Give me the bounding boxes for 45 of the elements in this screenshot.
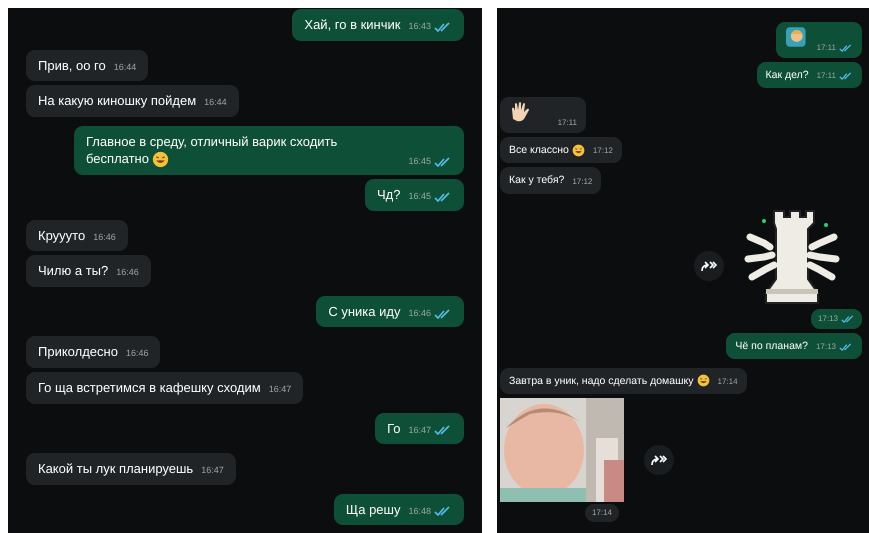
message-text: Как у тебя?	[509, 174, 564, 186]
message-time: 16:48	[408, 504, 431, 518]
message-text: Чд?	[376, 187, 400, 202]
message-time: 17:12	[572, 176, 592, 188]
message-time: 16:45	[408, 190, 431, 204]
message-text: Приколдесно	[38, 344, 118, 360]
message-text: Хай, го в кинчик	[304, 17, 400, 32]
forward-icon	[700, 260, 718, 272]
message-time: 17:14	[718, 376, 738, 388]
message-text: Чилю а ты?	[38, 263, 108, 278]
message-text: Ща решу	[346, 502, 400, 517]
message-time: 17:12	[592, 145, 613, 158]
message-time: 16:44	[204, 96, 227, 110]
message-text: Главное в среду, отличный варик сходить бесплатно	[86, 134, 338, 166]
forward-button[interactable]	[694, 250, 724, 281]
message-text: Все классно	[509, 144, 569, 156]
message-time: 17:11	[558, 117, 577, 130]
emoji-icon	[785, 26, 807, 48]
message-time: 17:11	[816, 70, 836, 82]
message-time: 16:47	[408, 424, 431, 437]
message-text: На какую киношку пойдем	[38, 93, 196, 108]
message-time: 17:11	[816, 42, 836, 54]
message-time: 16:43	[408, 20, 431, 34]
message-text: Завтра в уник, надо сделать домашку	[509, 374, 694, 387]
message-time: 17:13	[818, 312, 838, 325]
message-text: Круууто	[38, 228, 86, 243]
message-time: 16:46	[408, 306, 431, 320]
message-time: 16:46	[116, 266, 139, 280]
forward-button[interactable]	[644, 444, 674, 475]
message-time: 17:14	[592, 506, 612, 519]
message-time: 16:47	[268, 383, 292, 396]
message-text: С уника иду	[328, 304, 400, 319]
message-time: 16:45	[408, 154, 431, 168]
message-text: Какой ты лук планируешь	[38, 461, 194, 476]
message-time: 16:46	[93, 230, 116, 244]
message-time: 16:46	[126, 347, 148, 360]
message-time: 16:44	[114, 60, 136, 74]
message-time: 16:47	[201, 464, 224, 478]
message-text: Чё по планам?	[735, 340, 808, 352]
message-text: Прив, оо го	[38, 58, 106, 73]
message-text: Го	[387, 420, 400, 436]
message-text: Как дел?	[766, 69, 809, 81]
forward-icon	[650, 454, 668, 466]
message-time: 17:13	[816, 340, 836, 353]
message-text: Го ща встретимся в кафешку сходим	[38, 380, 261, 395]
